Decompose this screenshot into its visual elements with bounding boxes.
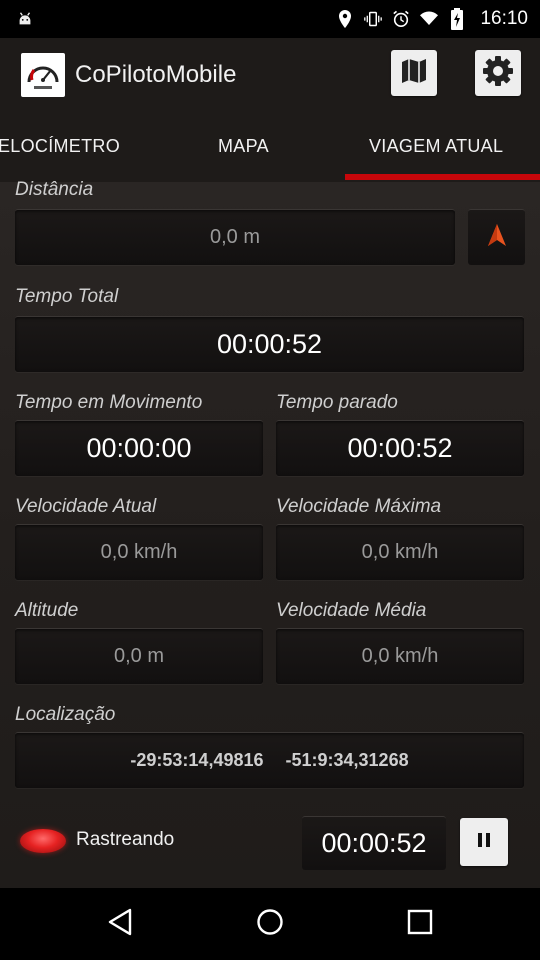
stopped-time-label: Tempo parado [276,392,398,413]
stopped-time-field: 00:00:52 [276,420,524,476]
trip-panel: Distância 0,0 m Tempo Total 00:00:52 Tem… [0,179,540,888]
vibrate-icon [364,10,383,28]
map-icon [399,56,429,91]
settings-button[interactable] [475,50,521,96]
distance-field: 0,0 m [15,209,455,265]
max-speed-value: 0,0 km/h [361,541,439,563]
tab-bar: ELOCÍMETRO MAPA VIAGEM ATUAL [0,112,540,182]
app-title: CoPilotoMobile [75,61,237,88]
status-icons: 16:10 [336,8,528,30]
distance-value: 0,0 m [209,226,261,248]
app-bar: CoPilotoMobile [0,38,540,112]
avg-speed-field: 0,0 km/h [276,628,524,684]
back-button[interactable] [104,908,136,940]
alarm-icon [392,10,410,28]
system-nav-bar [0,888,540,960]
moving-time-value: 00:00:00 [86,433,192,463]
pause-button[interactable] [460,818,508,866]
altitude-field: 0,0 m [15,628,263,684]
avg-speed-value: 0,0 km/h [361,645,439,667]
back-icon [107,908,133,941]
status-bar: 16:10 [0,0,540,38]
home-button[interactable] [254,908,286,940]
distance-label: Distância [15,179,94,200]
location-value: -29:53:14,49816 -51:9:34,31268 [130,750,409,770]
stopped-time-value: 00:00:52 [347,433,453,463]
navigation-arrow-icon [487,223,507,252]
avg-speed-label: Velocidade Média [276,600,427,621]
tab-velocimetro[interactable]: ELOCÍMETRO [0,136,120,157]
recents-icon [407,909,433,940]
tracking-label: Rastreando [76,829,175,850]
max-speed-field: 0,0 km/h [276,524,524,580]
tracking-timer: 00:00:52 [302,816,446,870]
altitude-value: 0,0 m [113,645,165,667]
battery-charging-icon [448,8,466,30]
moving-time-field: 00:00:00 [15,420,263,476]
pause-icon [477,832,491,853]
altitude-label: Altitude [15,600,79,621]
gear-icon [482,55,514,92]
tracking-timer-value: 00:00:52 [321,828,427,858]
location-label: Localização [15,704,116,725]
direction-button[interactable] [468,209,525,265]
current-speed-field: 0,0 km/h [15,524,263,580]
current-speed-label: Velocidade Atual [15,496,157,517]
moving-time-label: Tempo em Movimento [15,392,203,413]
tracking-toggle[interactable] [20,829,66,853]
location-field: -29:53:14,49816 -51:9:34,31268 [15,732,524,788]
wifi-icon [420,10,439,28]
home-icon [256,908,284,941]
tab-mapa[interactable]: MAPA [218,136,269,157]
location-icon [336,10,354,28]
total-time-field: 00:00:52 [15,316,524,372]
total-time-label: Tempo Total [15,286,119,307]
android-debug-icon [16,10,34,28]
map-button[interactable] [391,50,437,96]
app-logo-icon [21,53,65,97]
status-time: 16:10 [480,8,528,29]
recents-button[interactable] [404,908,436,940]
max-speed-label: Velocidade Máxima [276,496,442,517]
tab-indicator [345,174,540,180]
current-speed-value: 0,0 km/h [100,541,178,563]
tab-viagem-atual[interactable]: VIAGEM ATUAL [369,136,503,157]
total-time-value: 00:00:52 [216,329,323,359]
